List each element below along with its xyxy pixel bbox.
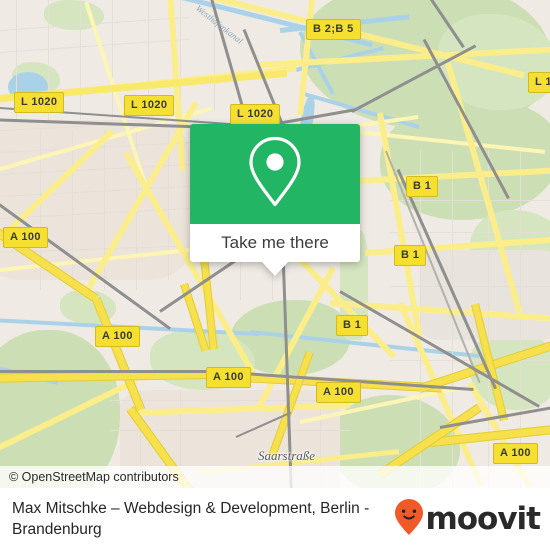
street-name-label: Saarstraße bbox=[258, 448, 316, 463]
map-minor-road bbox=[110, 400, 350, 401]
road-shield-label: B 2;B 5 bbox=[306, 19, 361, 40]
map-screenshot: L 1020 L 1020 L 1020 B 2;B 5 L 1 B 1 B 1 B 1 A 1… bbox=[0, 0, 550, 550]
road-shield-label: A 100 bbox=[3, 227, 48, 248]
road-shield-label: A 100 bbox=[316, 382, 361, 403]
road-shield-label: L 1020 bbox=[230, 104, 281, 125]
road-shield-label: A 100 bbox=[206, 367, 251, 388]
road-shield-label: L 1020 bbox=[14, 92, 65, 113]
road-shield-label: L 1020 bbox=[124, 95, 175, 116]
place-title: Max Mitschke – Webdesign & Development, … bbox=[12, 500, 370, 538]
callout-header bbox=[190, 124, 360, 224]
road-shield-label: L 1 bbox=[528, 72, 550, 93]
map-minor-road bbox=[390, 286, 550, 287]
moovit-pin-smile-icon bbox=[394, 498, 424, 541]
map-minor-road bbox=[0, 38, 190, 53]
road-shield-label: B 1 bbox=[406, 176, 439, 197]
map-attribution[interactable]: © OpenStreetMap contributors bbox=[0, 466, 550, 488]
take-me-there-label: Take me there bbox=[221, 233, 329, 252]
map-minor-road bbox=[112, 0, 113, 120]
map-minor-road bbox=[72, 130, 73, 290]
road-shield-label: B 1 bbox=[336, 315, 369, 336]
moovit-wordmark: moovit bbox=[425, 501, 541, 537]
road-shield-label: B 1 bbox=[394, 245, 427, 266]
callout-tail-pointer bbox=[262, 262, 288, 276]
map-minor-road bbox=[390, 232, 550, 233]
map-minor-road bbox=[80, 0, 81, 120]
location-callout[interactable]: Take me there bbox=[190, 124, 360, 276]
map-pin-icon bbox=[244, 134, 306, 215]
road-shield-label: A 100 bbox=[95, 326, 140, 347]
moovit-logo[interactable]: moovit bbox=[394, 498, 550, 541]
footer-bar: Max Mitschke – Webdesign & Development, … bbox=[0, 488, 550, 550]
road-shield-label: A 100 bbox=[493, 443, 538, 464]
map-park-area bbox=[0, 330, 120, 488]
callout-action[interactable]: Take me there bbox=[190, 224, 360, 276]
